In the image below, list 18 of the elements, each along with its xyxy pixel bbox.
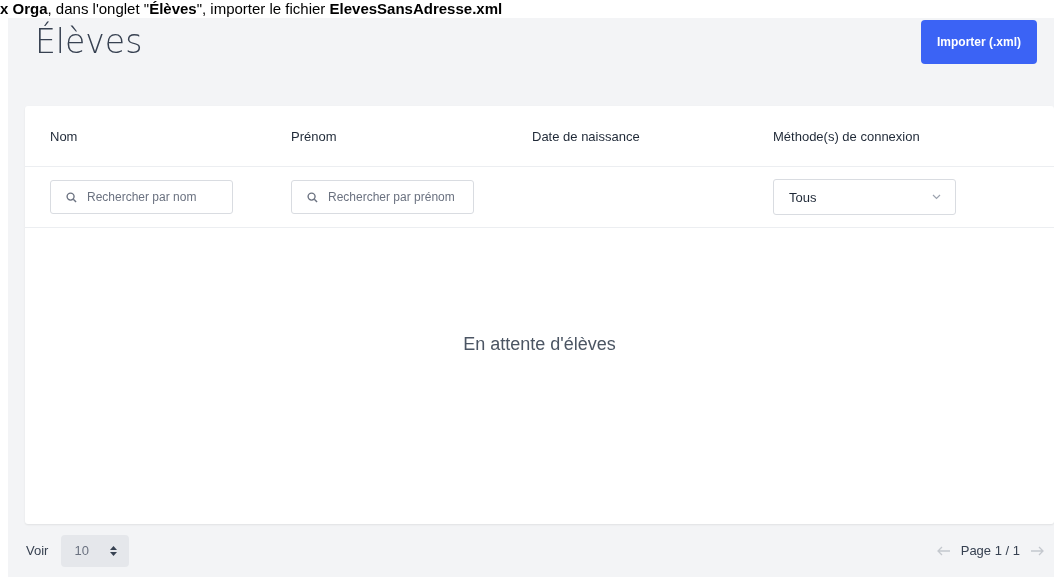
filter-dropdown[interactable]: Tous — [773, 179, 956, 215]
column-header: Prénom — [291, 128, 337, 144]
chevron-icon — [932, 194, 941, 200]
page-size-label: Voir — [26, 543, 49, 558]
column-header: Méthode(s) de connexion — [773, 128, 920, 144]
import-button[interactable]: Importer (.xml) — [921, 20, 1037, 64]
page-size-select[interactable]: 10 — [61, 534, 130, 567]
sort-icon — [110, 545, 118, 556]
search-field[interactable]: Rechercher par nom — [50, 180, 233, 214]
instruction-text: x Orga, dans l'onglet "Élèves", importer le fichier ElevesSansAdresse.xml — [0, 0, 504, 18]
page-title: Élèves — [35, 22, 143, 61]
empty-message: En attente d'élèves — [463, 333, 616, 355]
search-icon — [66, 192, 77, 203]
search-icon — [307, 192, 318, 203]
column-header: Date de naissance — [532, 128, 640, 144]
column-header: Nom — [50, 128, 78, 144]
search-field[interactable]: Rechercher par prénom — [291, 180, 474, 214]
page-indicator: Page 1 / 1 — [960, 543, 1020, 558]
